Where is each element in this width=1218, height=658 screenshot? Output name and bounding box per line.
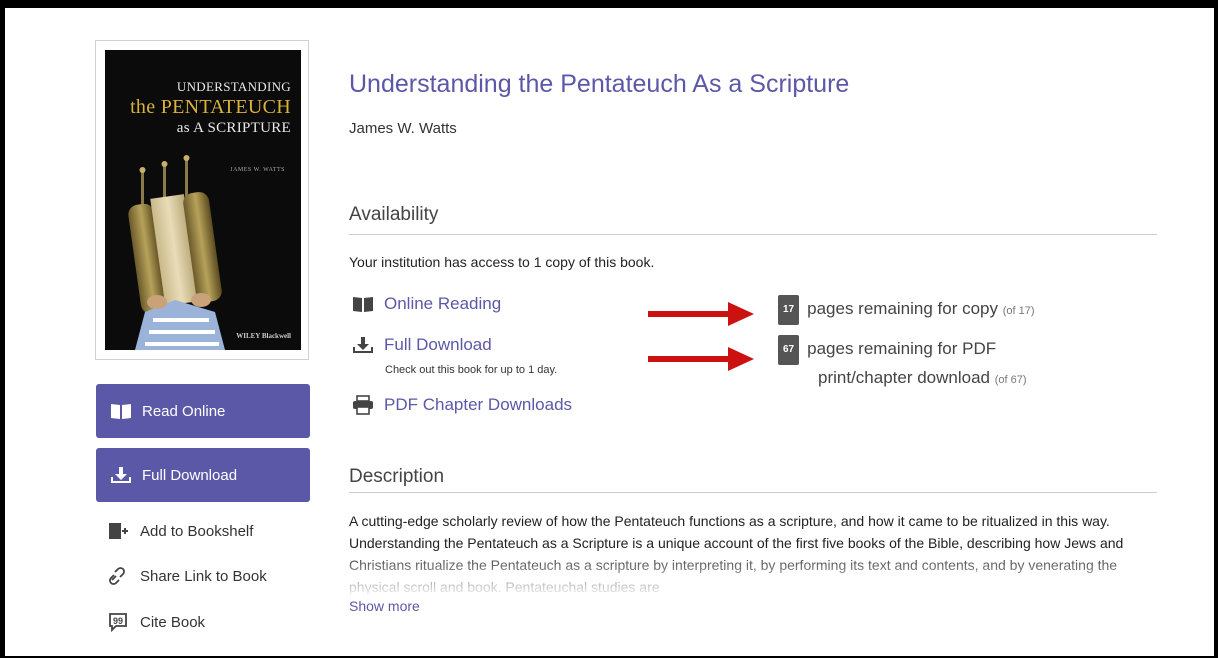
printer-icon: [353, 395, 373, 415]
bookshelf-add-icon: [109, 523, 128, 539]
pdf-pages-remaining: 67 pages remaining for PDF print/chapter …: [778, 335, 1027, 393]
download-icon: [111, 467, 131, 483]
link-icon: [109, 567, 125, 585]
cover-author: JAMES W. WATTS: [230, 167, 285, 173]
cite-book-link[interactable]: 99 Cite Book: [108, 612, 205, 632]
cover-title-line1: UNDERSTANDING: [176, 79, 291, 94]
quote-icon: 99: [109, 613, 127, 632]
copy-total: (of 17): [1002, 305, 1035, 317]
cover-title-line3: as A SCRIPTURE: [176, 120, 291, 136]
cite-book-label: Cite Book: [140, 613, 206, 631]
description-heading: Description: [349, 466, 445, 487]
pdf-remaining-text-line1: pages remaining for PDF: [807, 339, 997, 358]
full-download-note: Check out this book for up to 1 day.: [385, 364, 558, 376]
book-icon: [353, 297, 373, 312]
copy-count-badge: 17: [778, 295, 800, 325]
full-download-option[interactable]: Full Download: [352, 335, 492, 355]
book-cover: UNDERSTANDING the PENTATEUCH as A SCRIPT…: [105, 50, 301, 350]
download-icon: [353, 337, 373, 353]
read-online-button[interactable]: Read Online: [96, 384, 310, 438]
red-arrow-icon: [648, 347, 754, 371]
full-download-button[interactable]: Full Download: [96, 448, 310, 502]
copy-remaining-text: pages remaining for copy: [807, 299, 999, 318]
availability-divider: [349, 234, 1157, 235]
copy-pages-remaining: 17 pages remaining for copy (of 17): [778, 295, 1035, 325]
online-reading-option[interactable]: Online Reading: [352, 294, 501, 314]
availability-heading: Availability: [349, 204, 439, 225]
full-download-link[interactable]: Full Download: [384, 335, 492, 355]
pdf-chapter-option[interactable]: PDF Chapter Downloads: [352, 395, 572, 415]
description-fade: [349, 550, 1159, 596]
cover-title: UNDERSTANDING the PENTATEUCH as A SCRIPT…: [130, 78, 291, 138]
access-text: Your institution has access to 1 copy of…: [349, 254, 655, 270]
book-title[interactable]: Understanding the Pentateuch As a Script…: [349, 70, 849, 99]
pdf-total: (of 67): [994, 374, 1027, 386]
cover-publisher: WILEY Blackwell: [236, 332, 291, 340]
full-download-label: Full Download: [142, 466, 238, 484]
cover-title-line2: the PENTATEUCH: [130, 96, 291, 118]
read-online-label: Read Online: [142, 402, 226, 420]
description-divider: [349, 492, 1157, 493]
pdf-count-badge: 67: [778, 335, 800, 365]
online-reading-link[interactable]: Online Reading: [384, 294, 501, 314]
red-arrow-icon: [648, 302, 754, 326]
add-to-bookshelf-label: Add to Bookshelf: [140, 522, 254, 540]
book-icon: [111, 404, 131, 419]
share-link-button[interactable]: Share Link to Book: [108, 566, 267, 586]
show-more-link[interactable]: Show more: [349, 598, 420, 614]
book-author: James W. Watts: [349, 120, 457, 137]
pdf-chapter-link[interactable]: PDF Chapter Downloads: [384, 395, 572, 415]
add-to-bookshelf-link[interactable]: Add to Bookshelf: [108, 521, 253, 541]
share-link-label: Share Link to Book: [140, 567, 267, 585]
pdf-remaining-text-line2: print/chapter download: [818, 368, 991, 387]
svg-text:99: 99: [113, 616, 123, 626]
